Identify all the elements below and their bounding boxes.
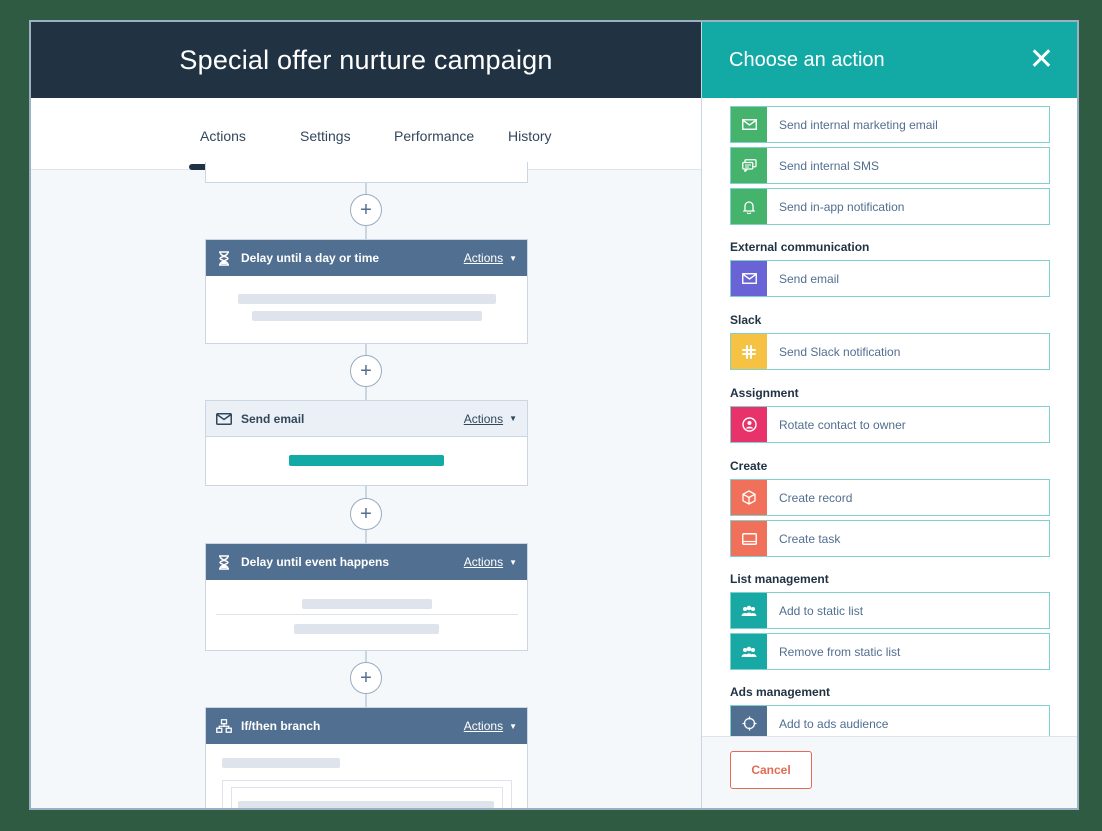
slack-icon [731, 334, 767, 369]
action-label: Rotate contact to owner [779, 417, 906, 432]
action-label: Create record [779, 490, 853, 505]
app-window: Special offer nurture campaign Actions S… [29, 20, 1079, 810]
panel-title: Choose an action [729, 48, 885, 71]
action-card-delay-event[interactable]: Delay until event happens Actions ▼ [205, 543, 528, 651]
action-label: Send internal SMS [779, 158, 880, 173]
branch-box [222, 780, 512, 808]
action-label: Add to static list [779, 603, 864, 618]
close-icon[interactable]: ✕ [1029, 45, 1054, 75]
hourglass-icon [216, 250, 232, 266]
action-label: Add to ads audience [779, 716, 889, 731]
section-heading-list-management: List management [730, 572, 829, 586]
card-title: Delay until event happens [241, 555, 390, 569]
action-label: Send Slack notification [779, 344, 901, 359]
bell-icon [731, 189, 767, 224]
tab-settings[interactable]: Settings [300, 128, 351, 144]
section-heading-create: Create [730, 459, 768, 473]
card-actions-link[interactable]: Actions [464, 555, 503, 569]
action-create-task[interactable]: Create task [730, 520, 1050, 557]
action-label: Remove from static list [779, 644, 901, 659]
placeholder-bar [238, 801, 494, 808]
chevron-down-icon[interactable]: ▼ [509, 254, 517, 263]
action-create-record[interactable]: Create record [730, 479, 1050, 516]
card-actions-link[interactable]: Actions [464, 719, 503, 733]
envelope-icon [731, 107, 767, 142]
action-add-to-static-list[interactable]: Add to static list [730, 592, 1050, 629]
people-icon [731, 593, 767, 628]
card-header: Delay until a day or time Actions ▼ [206, 240, 527, 276]
action-send-internal-sms[interactable]: Send internal SMS [730, 147, 1050, 184]
action-card-delay-day[interactable]: Delay until a day or time Actions ▼ [205, 239, 528, 344]
section-heading-ads-management: Ads management [730, 685, 831, 699]
envelope-icon [216, 411, 232, 427]
previous-action-card[interactable] [205, 162, 528, 183]
action-rotate-contact-to-owner[interactable]: Rotate contact to owner [730, 406, 1050, 443]
task-icon [731, 521, 767, 556]
section-heading-assignment: Assignment [730, 386, 799, 400]
action-add-to-ads-audience[interactable]: Add to ads audience [730, 705, 1050, 740]
add-action-button[interactable]: + [350, 498, 382, 530]
envelope-icon [731, 261, 767, 296]
email-name-bar [289, 455, 444, 466]
choose-action-panel: Choose an action ✕ Send internal marketi… [701, 22, 1077, 808]
action-send-slack-notification[interactable]: Send Slack notification [730, 333, 1050, 370]
card-header: If/then branch Actions ▼ [206, 708, 527, 744]
placeholder-bar [294, 624, 439, 634]
card-title: Delay until a day or time [241, 251, 380, 265]
chevron-down-icon[interactable]: ▼ [509, 414, 517, 423]
action-label: Send internal marketing email [779, 117, 938, 132]
card-actions-link[interactable]: Actions [464, 251, 503, 265]
card-header: Send email Actions ▼ [206, 401, 527, 437]
branch-inner-box [231, 787, 503, 808]
workflow-editor: Special offer nurture campaign Actions S… [31, 22, 701, 808]
tab-bar: Actions Settings Performance History [31, 98, 701, 170]
cancel-button[interactable]: Cancel [730, 751, 812, 789]
tab-performance[interactable]: Performance [394, 128, 474, 144]
tab-actions[interactable]: Actions [200, 128, 246, 144]
branch-icon [216, 718, 232, 734]
placeholder-bar [238, 294, 496, 304]
workflow-title: Special offer nurture campaign [179, 44, 553, 75]
action-remove-from-static-list[interactable]: Remove from static list [730, 633, 1050, 670]
panel-footer: Cancel [702, 736, 1077, 808]
workflow-canvas[interactable]: + Delay until a day or time Actions ▼ + [31, 162, 701, 808]
panel-header: Choose an action ✕ [702, 22, 1077, 98]
placeholder-bar [252, 311, 482, 321]
action-card-if-then-branch[interactable]: If/then branch Actions ▼ [205, 707, 528, 808]
card-title: Send email [241, 411, 305, 426]
placeholder-bar [302, 599, 432, 609]
action-label: Send in-app notification [779, 199, 905, 214]
chevron-down-icon[interactable]: ▼ [509, 722, 517, 731]
cube-icon [731, 480, 767, 515]
action-send-internal-marketing-email[interactable]: Send internal marketing email [730, 106, 1050, 143]
action-label: Create task [779, 531, 841, 546]
workflow-header: Special offer nurture campaign [31, 22, 701, 98]
action-card-send-email[interactable]: Send email Actions ▼ [205, 400, 528, 486]
card-actions-link[interactable]: Actions [464, 412, 503, 426]
chat-icon [731, 148, 767, 183]
action-list[interactable]: Send internal marketing email Send inter… [702, 98, 1077, 740]
action-send-in-app-notification[interactable]: Send in-app notification [730, 188, 1050, 225]
section-heading-external-communication: External communication [730, 240, 870, 254]
add-action-button[interactable]: + [350, 194, 382, 226]
people-icon [731, 634, 767, 669]
placeholder-bar [222, 758, 340, 768]
tab-history[interactable]: History [508, 128, 552, 144]
owner-icon [731, 407, 767, 442]
action-label: Send email [779, 271, 840, 286]
add-action-button[interactable]: + [350, 662, 382, 694]
add-action-button[interactable]: + [350, 355, 382, 387]
card-title: If/then branch [241, 719, 321, 733]
action-send-email[interactable]: Send email [730, 260, 1050, 297]
card-header: Delay until event happens Actions ▼ [206, 544, 527, 580]
hourglass-icon [216, 554, 232, 570]
section-heading-slack: Slack [730, 313, 762, 327]
divider [216, 614, 518, 615]
chevron-down-icon[interactable]: ▼ [509, 558, 517, 567]
target-icon [731, 706, 767, 740]
